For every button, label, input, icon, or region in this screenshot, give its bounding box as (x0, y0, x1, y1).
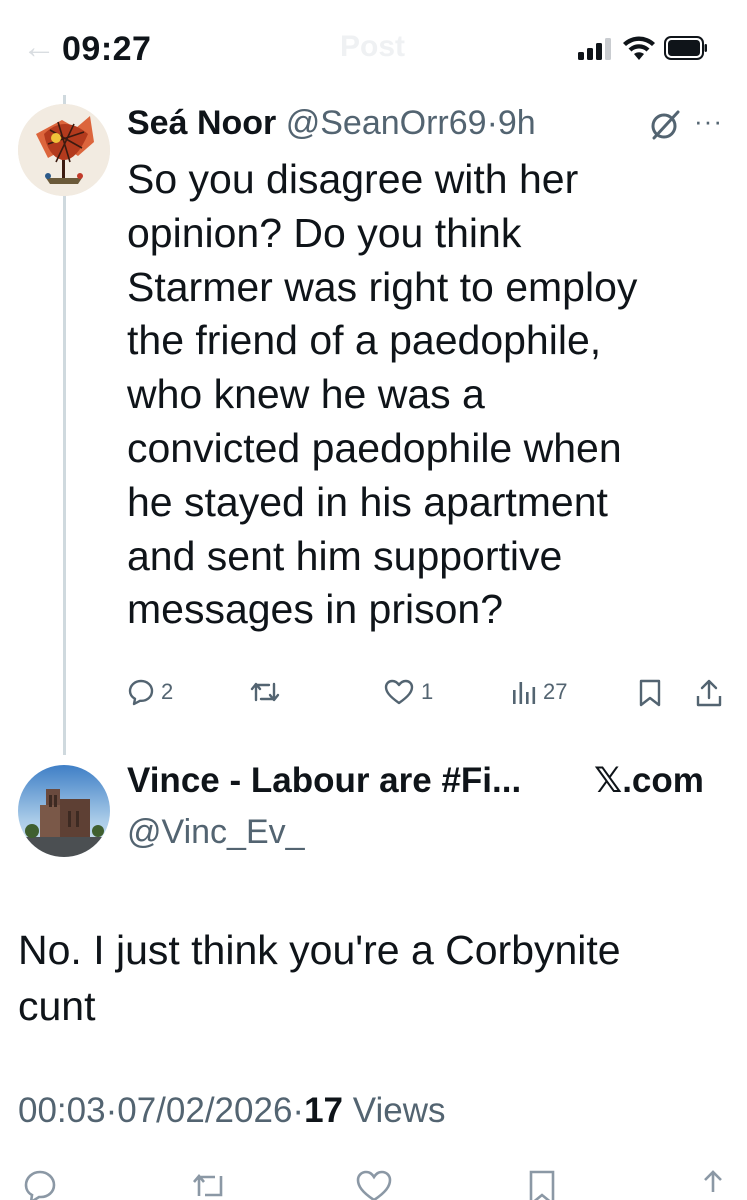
bookmark-icon (639, 679, 661, 707)
share-icon[interactable] (696, 1168, 730, 1200)
tweet-metadata: 00:03·07/02/2026·17 Views (18, 1090, 445, 1132)
post-time: 00:03 (18, 1091, 106, 1130)
avatar[interactable] (18, 765, 110, 857)
reply-button[interactable]: 2 (127, 678, 173, 706)
view-count: 27 (543, 679, 568, 704)
post-date: 07/02/2026 (117, 1091, 293, 1130)
repost-icon[interactable] (190, 1168, 230, 1200)
views-label[interactable]: Views (353, 1091, 446, 1130)
tweet-actions: 2 1 27 (127, 678, 727, 718)
views-button[interactable]: 27 (511, 678, 567, 706)
tweet-header: Seá Noor @SeanOrr69·9h (127, 103, 536, 143)
reply-count: 2 (161, 679, 174, 704)
bottom-action-bar (0, 1168, 747, 1200)
battery-icon (664, 36, 707, 60)
tweet-text: So you disagree with her opinion? Do you… (127, 156, 638, 633)
tweet-age[interactable]: 9h (498, 104, 536, 142)
page-title: Post (340, 30, 406, 63)
like-button[interactable]: 1 (383, 678, 433, 706)
reply-text: No. I just think you're a Corbynite cunt (18, 927, 621, 1029)
header-separator: · (486, 104, 498, 142)
wifi-icon (623, 36, 655, 60)
status-time: 09:27 (62, 30, 152, 68)
bookmark-icon[interactable] (526, 1168, 558, 1200)
reply-author-handle[interactable]: @Vinc_Ev_ (127, 812, 305, 852)
share-icon (696, 679, 722, 707)
meta-separator: · (105, 1091, 118, 1130)
share-button[interactable] (695, 678, 723, 708)
reply-author-display-name[interactable]: Vince - Labour are #Fi... (127, 760, 521, 802)
x-logo-badge: 𝕏.com (594, 761, 704, 800)
cellular-signal-icon (578, 38, 614, 60)
repost-icon (250, 682, 280, 702)
status-bar: ← 09:27 Post (0, 0, 747, 96)
reply-icon[interactable] (22, 1168, 58, 1200)
views-count: 17 (304, 1091, 344, 1130)
meta-separator: · (292, 1091, 305, 1130)
like-count: 1 (421, 679, 434, 704)
grok-icon[interactable] (648, 108, 682, 142)
analytics-icon (513, 682, 536, 704)
heart-icon[interactable] (354, 1168, 394, 1200)
reply-icon (128, 679, 154, 706)
repost-button[interactable] (249, 678, 287, 706)
bookmark-button[interactable] (637, 678, 663, 708)
author-handle[interactable]: @SeanOrr69 (286, 104, 487, 142)
avatar[interactable] (18, 104, 110, 196)
back-arrow-icon[interactable]: ← (22, 30, 56, 64)
author-display-name[interactable]: Seá Noor (127, 104, 276, 142)
heart-icon (384, 679, 414, 705)
more-options-icon[interactable]: ··· (694, 106, 723, 137)
